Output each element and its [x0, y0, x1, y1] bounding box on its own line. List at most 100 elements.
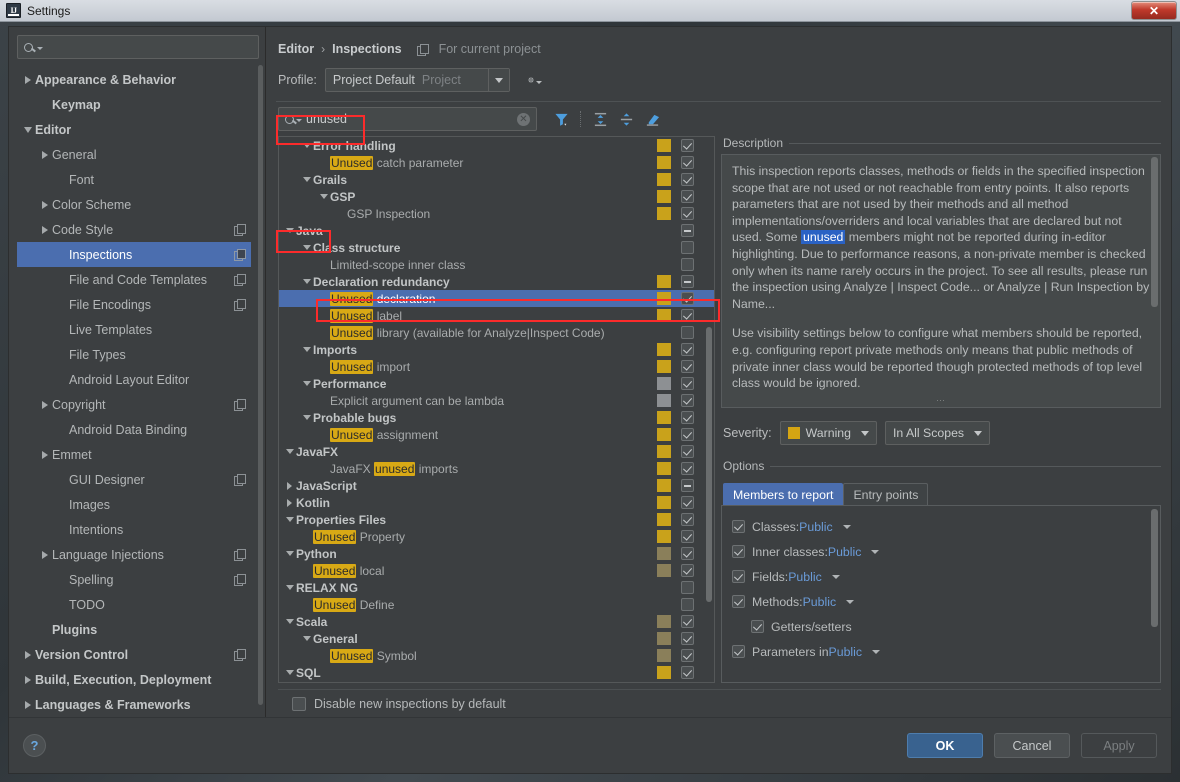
- inspection-row[interactable]: Unused catch parameter: [279, 154, 714, 171]
- severity-swatch[interactable]: [657, 479, 671, 492]
- sidebar-item-keymap[interactable]: Keymap: [17, 92, 251, 117]
- options-scrollbar-thumb[interactable]: [1151, 509, 1158, 627]
- inspection-row[interactable]: JavaFX unused imports: [279, 460, 714, 477]
- severity-swatch[interactable]: [657, 377, 671, 390]
- option-checkbox[interactable]: [732, 570, 745, 583]
- option-checkbox[interactable]: [732, 520, 745, 533]
- sidebar-item-emmet[interactable]: Emmet: [17, 442, 251, 467]
- sidebar-item-android-data-binding[interactable]: Android Data Binding: [17, 417, 251, 442]
- chevron-down-icon[interactable]: [300, 381, 313, 386]
- chevron-right-icon[interactable]: [21, 700, 35, 709]
- chevron-down-icon[interactable]: [317, 194, 330, 199]
- severity-swatch[interactable]: [657, 445, 671, 458]
- option-checkbox[interactable]: [732, 545, 745, 558]
- inspection-row[interactable]: Imports: [279, 341, 714, 358]
- inspection-row[interactable]: Java: [279, 222, 714, 239]
- description-textbox[interactable]: This inspection reports classes, methods…: [721, 154, 1161, 408]
- sidebar-tree[interactable]: Appearance & Behavior Keymap Editor General…: [17, 67, 259, 717]
- inspection-enabled-checkbox[interactable]: [681, 309, 694, 322]
- breadcrumb-root[interactable]: Editor: [278, 42, 314, 56]
- clear-search-icon[interactable]: ✕: [517, 112, 530, 126]
- severity-swatch[interactable]: [657, 207, 671, 220]
- chevron-down-icon[interactable]: [283, 228, 296, 233]
- inspection-row[interactable]: Unused Define: [279, 596, 714, 613]
- inspection-row[interactable]: Unused Property: [279, 528, 714, 545]
- inspection-enabled-checkbox[interactable]: [681, 326, 694, 339]
- severity-swatch[interactable]: [657, 275, 671, 288]
- inspection-enabled-checkbox[interactable]: [681, 343, 694, 356]
- chevron-down-icon[interactable]: [21, 126, 35, 133]
- severity-swatch[interactable]: [657, 615, 671, 628]
- inspection-row[interactable]: Unused library (available for Analyze|In…: [279, 324, 714, 341]
- sidebar-item-code-style[interactable]: Code Style: [17, 217, 251, 242]
- sidebar-scrollbar-thumb[interactable]: [258, 65, 263, 705]
- sidebar-item-intentions[interactable]: Intentions: [17, 517, 251, 542]
- chevron-right-icon[interactable]: [38, 450, 52, 459]
- inspection-row[interactable]: Unused label: [279, 307, 714, 324]
- severity-swatch[interactable]: [657, 360, 671, 373]
- severity-swatch[interactable]: [657, 343, 671, 356]
- severity-swatch[interactable]: [657, 309, 671, 322]
- chevron-down-icon[interactable]: [872, 649, 881, 654]
- sidebar-item-color-scheme[interactable]: Color Scheme: [17, 192, 251, 217]
- disable-new-inspections-row[interactable]: Disable new inspections by default: [278, 689, 1161, 717]
- chevron-right-icon[interactable]: [21, 75, 35, 84]
- disable-new-inspections-checkbox[interactable]: [292, 696, 306, 711]
- severity-swatch[interactable]: [657, 394, 671, 407]
- chevron-down-icon[interactable]: [842, 524, 851, 529]
- inspection-row[interactable]: Unused Symbol: [279, 647, 714, 664]
- inspection-enabled-checkbox[interactable]: [681, 241, 694, 254]
- inspection-enabled-checkbox[interactable]: [681, 581, 694, 594]
- inspection-row[interactable]: Python: [279, 545, 714, 562]
- scope-combobox[interactable]: In All Scopes: [884, 421, 991, 445]
- inspection-row[interactable]: General: [279, 630, 714, 647]
- option-row[interactable]: Parameters inPublic: [732, 639, 1150, 664]
- chevron-down-icon[interactable]: [300, 415, 313, 420]
- inspection-row[interactable]: Scala: [279, 613, 714, 630]
- option-row[interactable]: Getters/setters: [732, 614, 1150, 639]
- severity-swatch[interactable]: [657, 649, 671, 662]
- chevron-down-icon[interactable]: [283, 619, 296, 624]
- inspection-enabled-checkbox[interactable]: [681, 598, 694, 611]
- severity-swatch[interactable]: [657, 292, 671, 305]
- inspection-enabled-checkbox[interactable]: [681, 649, 694, 662]
- inspection-row[interactable]: SQL: [279, 664, 714, 681]
- chevron-down-icon[interactable]: [871, 549, 880, 554]
- inspection-row[interactable]: GSP Inspection: [279, 205, 714, 222]
- inspection-enabled-checkbox[interactable]: [681, 564, 694, 577]
- severity-swatch[interactable]: [657, 530, 671, 543]
- inspection-row[interactable]: JavaScript: [279, 477, 714, 494]
- severity-swatch[interactable]: [657, 513, 671, 526]
- severity-swatch[interactable]: [657, 462, 671, 475]
- sidebar-item-todo[interactable]: TODO: [17, 592, 251, 617]
- option-visibility-value[interactable]: Public: [828, 545, 862, 559]
- inspection-enabled-checkbox[interactable]: [681, 275, 694, 288]
- inspection-row[interactable]: Unused declaration: [279, 290, 714, 307]
- severity-swatch[interactable]: [657, 411, 671, 424]
- chevron-right-icon[interactable]: [38, 150, 52, 159]
- inspection-enabled-checkbox[interactable]: [681, 190, 694, 203]
- severity-swatch[interactable]: [657, 139, 671, 152]
- chevron-down-icon[interactable]: [283, 585, 296, 590]
- inspection-row[interactable]: Error handling: [279, 137, 714, 154]
- chevron-down-icon[interactable]: [283, 670, 296, 675]
- inspections-scrollbar-thumb[interactable]: [706, 327, 712, 602]
- inspection-row[interactable]: Explicit argument can be lambda: [279, 392, 714, 409]
- inspection-enabled-checkbox[interactable]: [681, 377, 694, 390]
- inspection-row[interactable]: RELAX NG: [279, 579, 714, 596]
- chevron-down-icon[interactable]: [846, 599, 855, 604]
- sidebar-search-input[interactable]: [48, 40, 252, 54]
- inspection-enabled-checkbox[interactable]: [681, 156, 694, 169]
- chevron-down-icon[interactable]: [300, 636, 313, 641]
- chevron-right-icon[interactable]: [283, 481, 296, 490]
- chevron-right-icon[interactable]: [38, 550, 52, 559]
- inspection-enabled-checkbox[interactable]: [681, 496, 694, 509]
- option-visibility-value[interactable]: Public: [803, 595, 837, 609]
- chevron-down-icon[interactable]: [283, 551, 296, 556]
- option-visibility-value[interactable]: Public: [788, 570, 822, 584]
- sidebar-item-gui-designer[interactable]: GUI Designer: [17, 467, 251, 492]
- chevron-down-icon[interactable]: [283, 517, 296, 522]
- inspection-row[interactable]: Unused import: [279, 358, 714, 375]
- description-resize-handle[interactable]: ⋯: [936, 395, 946, 406]
- chevron-down-icon[interactable]: [300, 245, 313, 250]
